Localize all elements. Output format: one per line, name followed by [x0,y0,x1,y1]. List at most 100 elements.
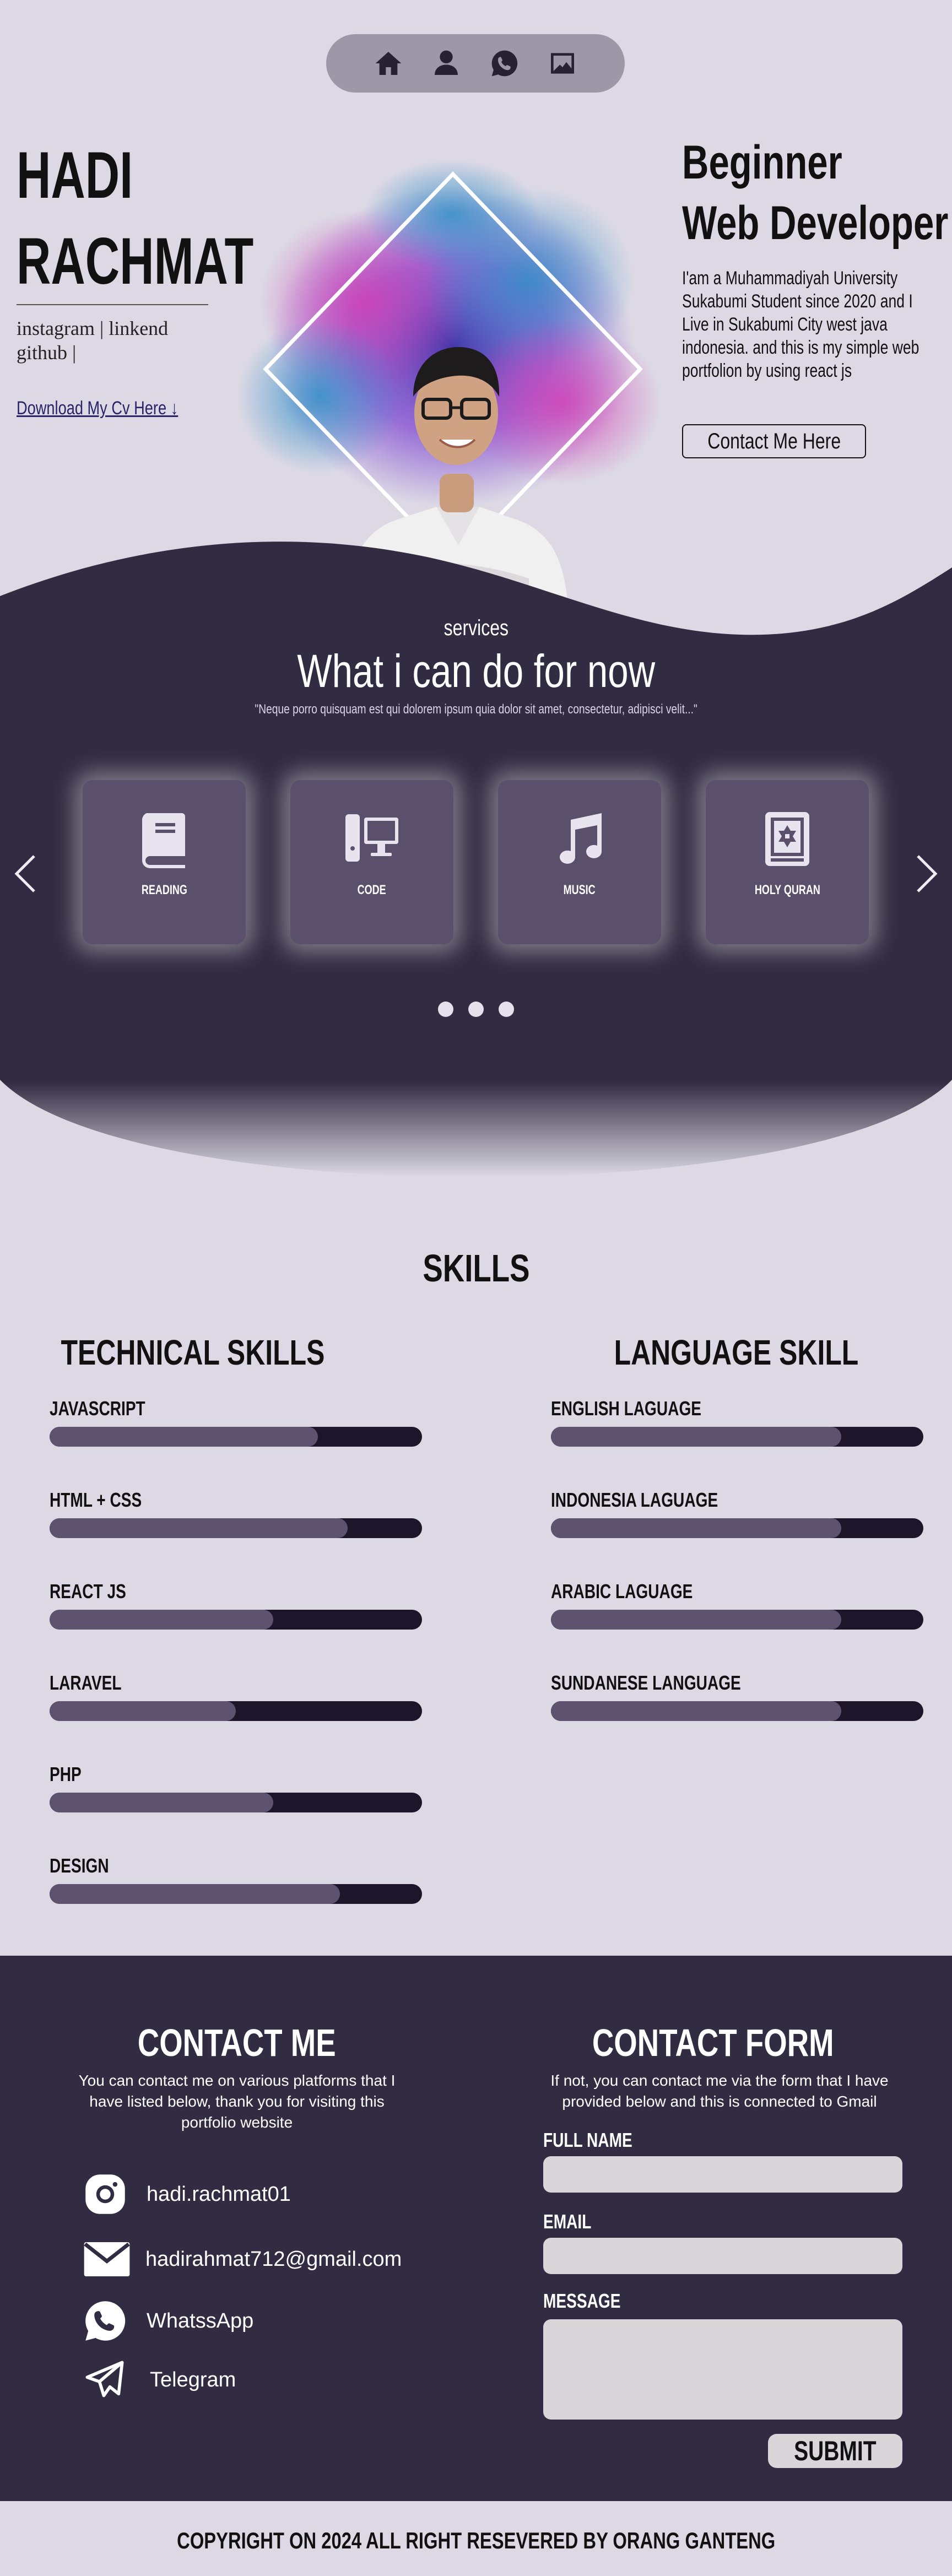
hero-title-line1: Beginner [682,136,842,189]
submit-button-label: SUBMIT [794,2436,877,2466]
music-note-icon [560,813,602,864]
full-name-label: FULL NAME [543,2129,632,2151]
skills-title: SKILLS [422,1247,530,1290]
service-label: MUSIC [563,883,596,897]
hero-divider [17,304,208,305]
service-label: CODE [357,883,387,897]
social-separator: | [94,317,109,339]
message-label: MESSAGE [543,2290,621,2312]
hero-name-line1: HADI [17,138,133,212]
hero-title: Beginner Web Developer [682,132,948,253]
contact-whatsapp[interactable]: WhatssApp [84,2299,253,2342]
skill-progress-fill [551,1518,842,1538]
email-label: EMAIL [543,2210,592,2233]
hero-name-line2: RACHMAT [17,224,254,298]
email-input[interactable] [543,2238,902,2274]
skill-progress-bar [551,1427,923,1447]
skill-name: REACT JS [50,1580,126,1603]
contact-form-intro: If not, you can contact me via the form … [550,2072,889,2110]
contact-instagram[interactable]: hadi.rachmat01 [84,2173,291,2216]
skill-progress-fill [551,1701,842,1721]
mail-icon [84,2242,130,2276]
services-title: What i can do for now [297,645,655,697]
skill-progress-bar [50,1793,422,1812]
service-label: HOLY QURAN [754,883,820,897]
skill-name: HTML + CSS [50,1489,142,1511]
contact-form-title: CONTACT FORM [592,2021,834,2064]
carousel-dot[interactable] [468,1002,484,1017]
skill-progress-bar [551,1701,923,1721]
skill-progress-fill [50,1427,318,1447]
language-skill-title: LANGUAGE SKILL [614,1333,858,1372]
service-card-reading[interactable]: READING [83,780,246,944]
services-quote: "Neque porro quisquam est qui dolorem ip… [255,702,697,717]
skill-progress-bar [551,1610,923,1630]
skill-name: LARAVEL [50,1671,122,1694]
service-label: READING [141,883,187,897]
skill-name: DESIGN [50,1854,109,1877]
github-link[interactable]: github [17,342,67,364]
skill-name: SUNDANESE LANGUAGE [551,1671,741,1694]
nav-gallery-button[interactable] [546,47,579,80]
skill-name: ENGLISH LAGUAGE [551,1397,702,1420]
carousel-dot[interactable] [438,1002,453,1017]
nav-about-button[interactable] [430,47,463,80]
skill-progress-bar [50,1518,422,1538]
skill-progress-bar [50,1610,422,1630]
technical-skills-title: TECHNICAL SKILLS [61,1333,325,1372]
nav-home-button[interactable] [372,47,405,80]
contact-me-title: CONTACT ME [138,2021,336,2064]
skill-name: PHP [50,1763,82,1785]
contact-email-label: hadirahmat712@gmail.com [145,2247,402,2271]
quran-icon [765,812,809,866]
telegram-icon [85,2361,124,2398]
full-name-input[interactable] [543,2156,902,2193]
whatsapp-icon [85,2301,126,2341]
carousel-next-button[interactable] [913,852,941,896]
skill-name: ARABIC LAGUAGE [551,1580,693,1603]
hero-social-links: instagram | linkend github | [17,316,215,365]
skill-progress-fill [551,1427,842,1447]
hero-description: I'am a Muhammadiyah University Sukabumi … [682,268,919,381]
contact-me-button-label: Contact Me Here [707,429,841,453]
skill-progress-fill [50,1884,340,1904]
carousel-dot[interactable] [499,1002,514,1017]
image-icon [551,53,575,74]
contact-telegram-label: Telegram [150,2368,236,2391]
service-card-code[interactable]: CODE [290,780,453,944]
hero-name: HADI RACHMAT [17,132,253,304]
nav-whatsapp-button[interactable] [488,47,521,80]
instagram-icon [85,2174,125,2214]
services-kicker: services [443,616,509,640]
submit-button[interactable]: SUBMIT [768,2434,902,2468]
social-separator: | [67,342,77,364]
skill-progress-fill [50,1701,236,1721]
service-card-holy-quran[interactable]: HOLY QURAN [706,780,869,944]
download-cv-link[interactable]: Download My Cv Here ↓ [17,398,178,419]
skill-progress-fill [50,1518,348,1538]
skill-name: INDONESIA LAGUAGE [551,1489,718,1511]
skill-progress-fill [551,1610,842,1630]
user-icon [435,50,458,75]
skill-progress-fill [50,1793,273,1812]
message-textarea[interactable] [543,2319,902,2420]
computer-icon [345,814,398,862]
skill-progress-bar [50,1427,422,1447]
skill-progress-bar [50,1884,422,1904]
instagram-link[interactable]: instagram [17,317,95,339]
service-card-music[interactable]: MUSIC [498,780,661,944]
navbar [326,34,625,93]
whatsapp-icon [491,50,517,77]
hero-title-line2: Web Developer [682,197,949,250]
carousel-prev-button[interactable] [11,852,39,896]
chevron-left-icon [14,855,35,892]
skill-name: JAVASCRIPT [50,1397,145,1420]
linkedin-link[interactable]: linkend [109,317,168,339]
contact-telegram[interactable]: Telegram [84,2359,236,2401]
home-icon [375,52,402,75]
contact-instagram-label: hadi.rachmat01 [147,2182,291,2206]
contact-email[interactable]: hadirahmat712@gmail.com [84,2242,402,2276]
footer-copyright: COPYRIGHT ON 2024 ALL RIGHT RESEVERED BY… [176,2528,776,2553]
contact-intro: You can contact me on various platforms … [78,2072,396,2131]
contact-me-button[interactable]: Contact Me Here [682,424,866,458]
